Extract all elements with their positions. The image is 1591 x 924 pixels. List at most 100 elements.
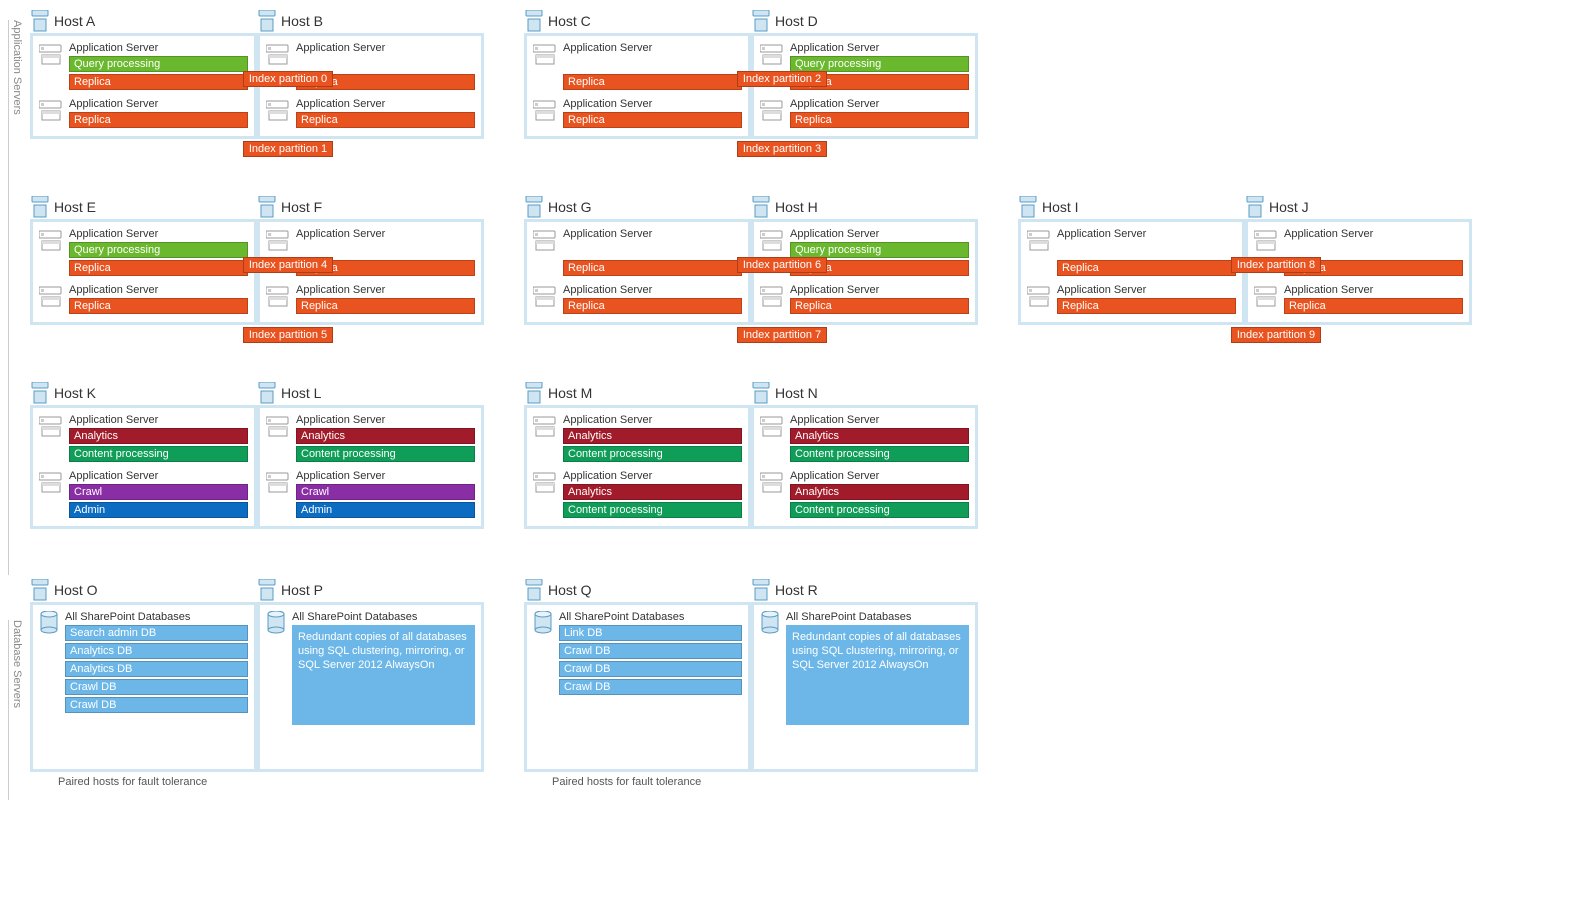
server-label: Application Server <box>563 284 742 296</box>
row-hosts-ab-cd: Host A Application Server Query processi… <box>30 10 1581 176</box>
server-icon <box>533 471 557 495</box>
component-replica: Replica <box>563 260 742 276</box>
component-content: Content processing <box>69 446 248 462</box>
db-crawl: Crawl DB <box>559 661 742 677</box>
server-label: Application Server <box>790 284 969 296</box>
host-icon <box>257 382 277 404</box>
db-title: All SharePoint Databases <box>559 611 742 623</box>
pair-caption: Paired hosts for fault tolerance <box>30 776 484 788</box>
db-pair-op: Host O All SharePoint Databases Search a… <box>30 579 484 788</box>
host-title: Host L <box>281 385 321 401</box>
host-q: Host Q All SharePoint Databases Link DB … <box>524 579 751 772</box>
db-link: Link DB <box>559 625 742 641</box>
server-icon <box>266 43 290 67</box>
server-label: Application Server <box>296 470 475 482</box>
server-icon <box>760 471 784 495</box>
component-replica: Replica <box>296 298 475 314</box>
server-label: Application Server <box>296 284 475 296</box>
database-icon <box>533 611 553 635</box>
component-analytics: Analytics <box>296 428 475 444</box>
host-title: Host M <box>548 385 592 401</box>
redundant-note: Redundant copies of all databases using … <box>292 625 475 725</box>
component-replica: Replica <box>1057 260 1236 276</box>
server-icon <box>39 99 63 123</box>
host-title: Host J <box>1269 199 1309 215</box>
index-partition-8: Index partition 8 <box>1231 257 1321 273</box>
server-label: Application Server <box>296 42 475 54</box>
server-label: Application Server <box>1284 228 1463 240</box>
component-content: Content processing <box>790 502 969 518</box>
row-hosts-op-qr: Host O All SharePoint Databases Search a… <box>30 579 1581 788</box>
host-icon <box>751 10 771 32</box>
database-icon <box>266 611 286 635</box>
host-icon <box>751 382 771 404</box>
host-title: Host C <box>548 13 591 29</box>
server-icon <box>760 99 784 123</box>
db-crawl: Crawl DB <box>65 679 248 695</box>
host-title: Host I <box>1042 199 1079 215</box>
component-replica: Replica <box>69 112 248 128</box>
server-label: Application Server <box>296 414 475 426</box>
host-icon <box>30 579 50 601</box>
index-partition-7: Index partition 7 <box>737 327 827 343</box>
server-label: Application Server <box>69 42 248 54</box>
db-analytics: Analytics DB <box>65 661 248 677</box>
index-partition-2: Index partition 2 <box>737 71 827 87</box>
row-hosts-kl-mn: Host K Application Server Analytics Conten… <box>30 382 1581 529</box>
host-title: Host P <box>281 582 323 598</box>
host-k: Host K Application ServerAnalyticsConten… <box>30 382 257 529</box>
index-partition-1: Index partition 1 <box>243 141 333 157</box>
component-crawl: Crawl <box>69 484 248 500</box>
component-replica: Replica <box>1284 298 1463 314</box>
host-title: Host B <box>281 13 323 29</box>
index-partition-0: Index partition 0 <box>243 71 333 87</box>
host-title: Host D <box>775 13 818 29</box>
component-replica: Replica <box>563 112 742 128</box>
server-icon <box>533 229 557 253</box>
server-label: Application Server <box>563 42 742 54</box>
host-pair-kl: Host K Application Server Analytics Conten… <box>30 382 484 529</box>
server-icon <box>533 43 557 67</box>
host-title: Host G <box>548 199 592 215</box>
host-icon <box>751 579 771 601</box>
server-icon <box>1254 285 1278 309</box>
component-query: Query processing <box>790 56 969 72</box>
server-icon <box>533 99 557 123</box>
section-label-app: Application Servers <box>8 20 23 575</box>
host-icon <box>257 579 277 601</box>
db-title: All SharePoint Databases <box>786 611 969 623</box>
server-label: Application Server <box>1284 284 1463 296</box>
host-title: Host A <box>54 13 95 29</box>
component-content: Content processing <box>563 502 742 518</box>
server-icon <box>1027 285 1051 309</box>
server-label: Application Server <box>296 98 475 110</box>
component-content: Content processing <box>296 446 475 462</box>
host-icon <box>524 382 544 404</box>
server-label: Application Server <box>296 228 475 240</box>
server-label: Application Server <box>69 98 248 110</box>
server-icon <box>533 285 557 309</box>
diagram-root: Application Servers Database Servers Hos… <box>0 0 1591 818</box>
server-icon <box>266 285 290 309</box>
host-title: Host R <box>775 582 818 598</box>
server-icon <box>39 285 63 309</box>
host-title: Host K <box>54 385 96 401</box>
component-content: Content processing <box>790 446 969 462</box>
host-l: Host L Application Server Analytics Conten… <box>257 382 484 529</box>
component-replica: Replica <box>296 112 475 128</box>
component-replica: Replica <box>790 112 969 128</box>
component-query: Query processing <box>790 242 969 258</box>
server-icon <box>760 285 784 309</box>
host-icon <box>257 10 277 32</box>
server-icon <box>760 229 784 253</box>
db-crawl: Crawl DB <box>65 697 248 713</box>
component-analytics: Analytics <box>790 428 969 444</box>
server-icon <box>39 43 63 67</box>
component-admin: Admin <box>69 502 248 518</box>
db-crawl: Crawl DB <box>559 643 742 659</box>
component-replica: Replica <box>563 74 742 90</box>
server-icon <box>760 43 784 67</box>
server-icon <box>39 415 63 439</box>
server-label: Application Server <box>790 98 969 110</box>
index-partition-4: Index partition 4 <box>243 257 333 273</box>
